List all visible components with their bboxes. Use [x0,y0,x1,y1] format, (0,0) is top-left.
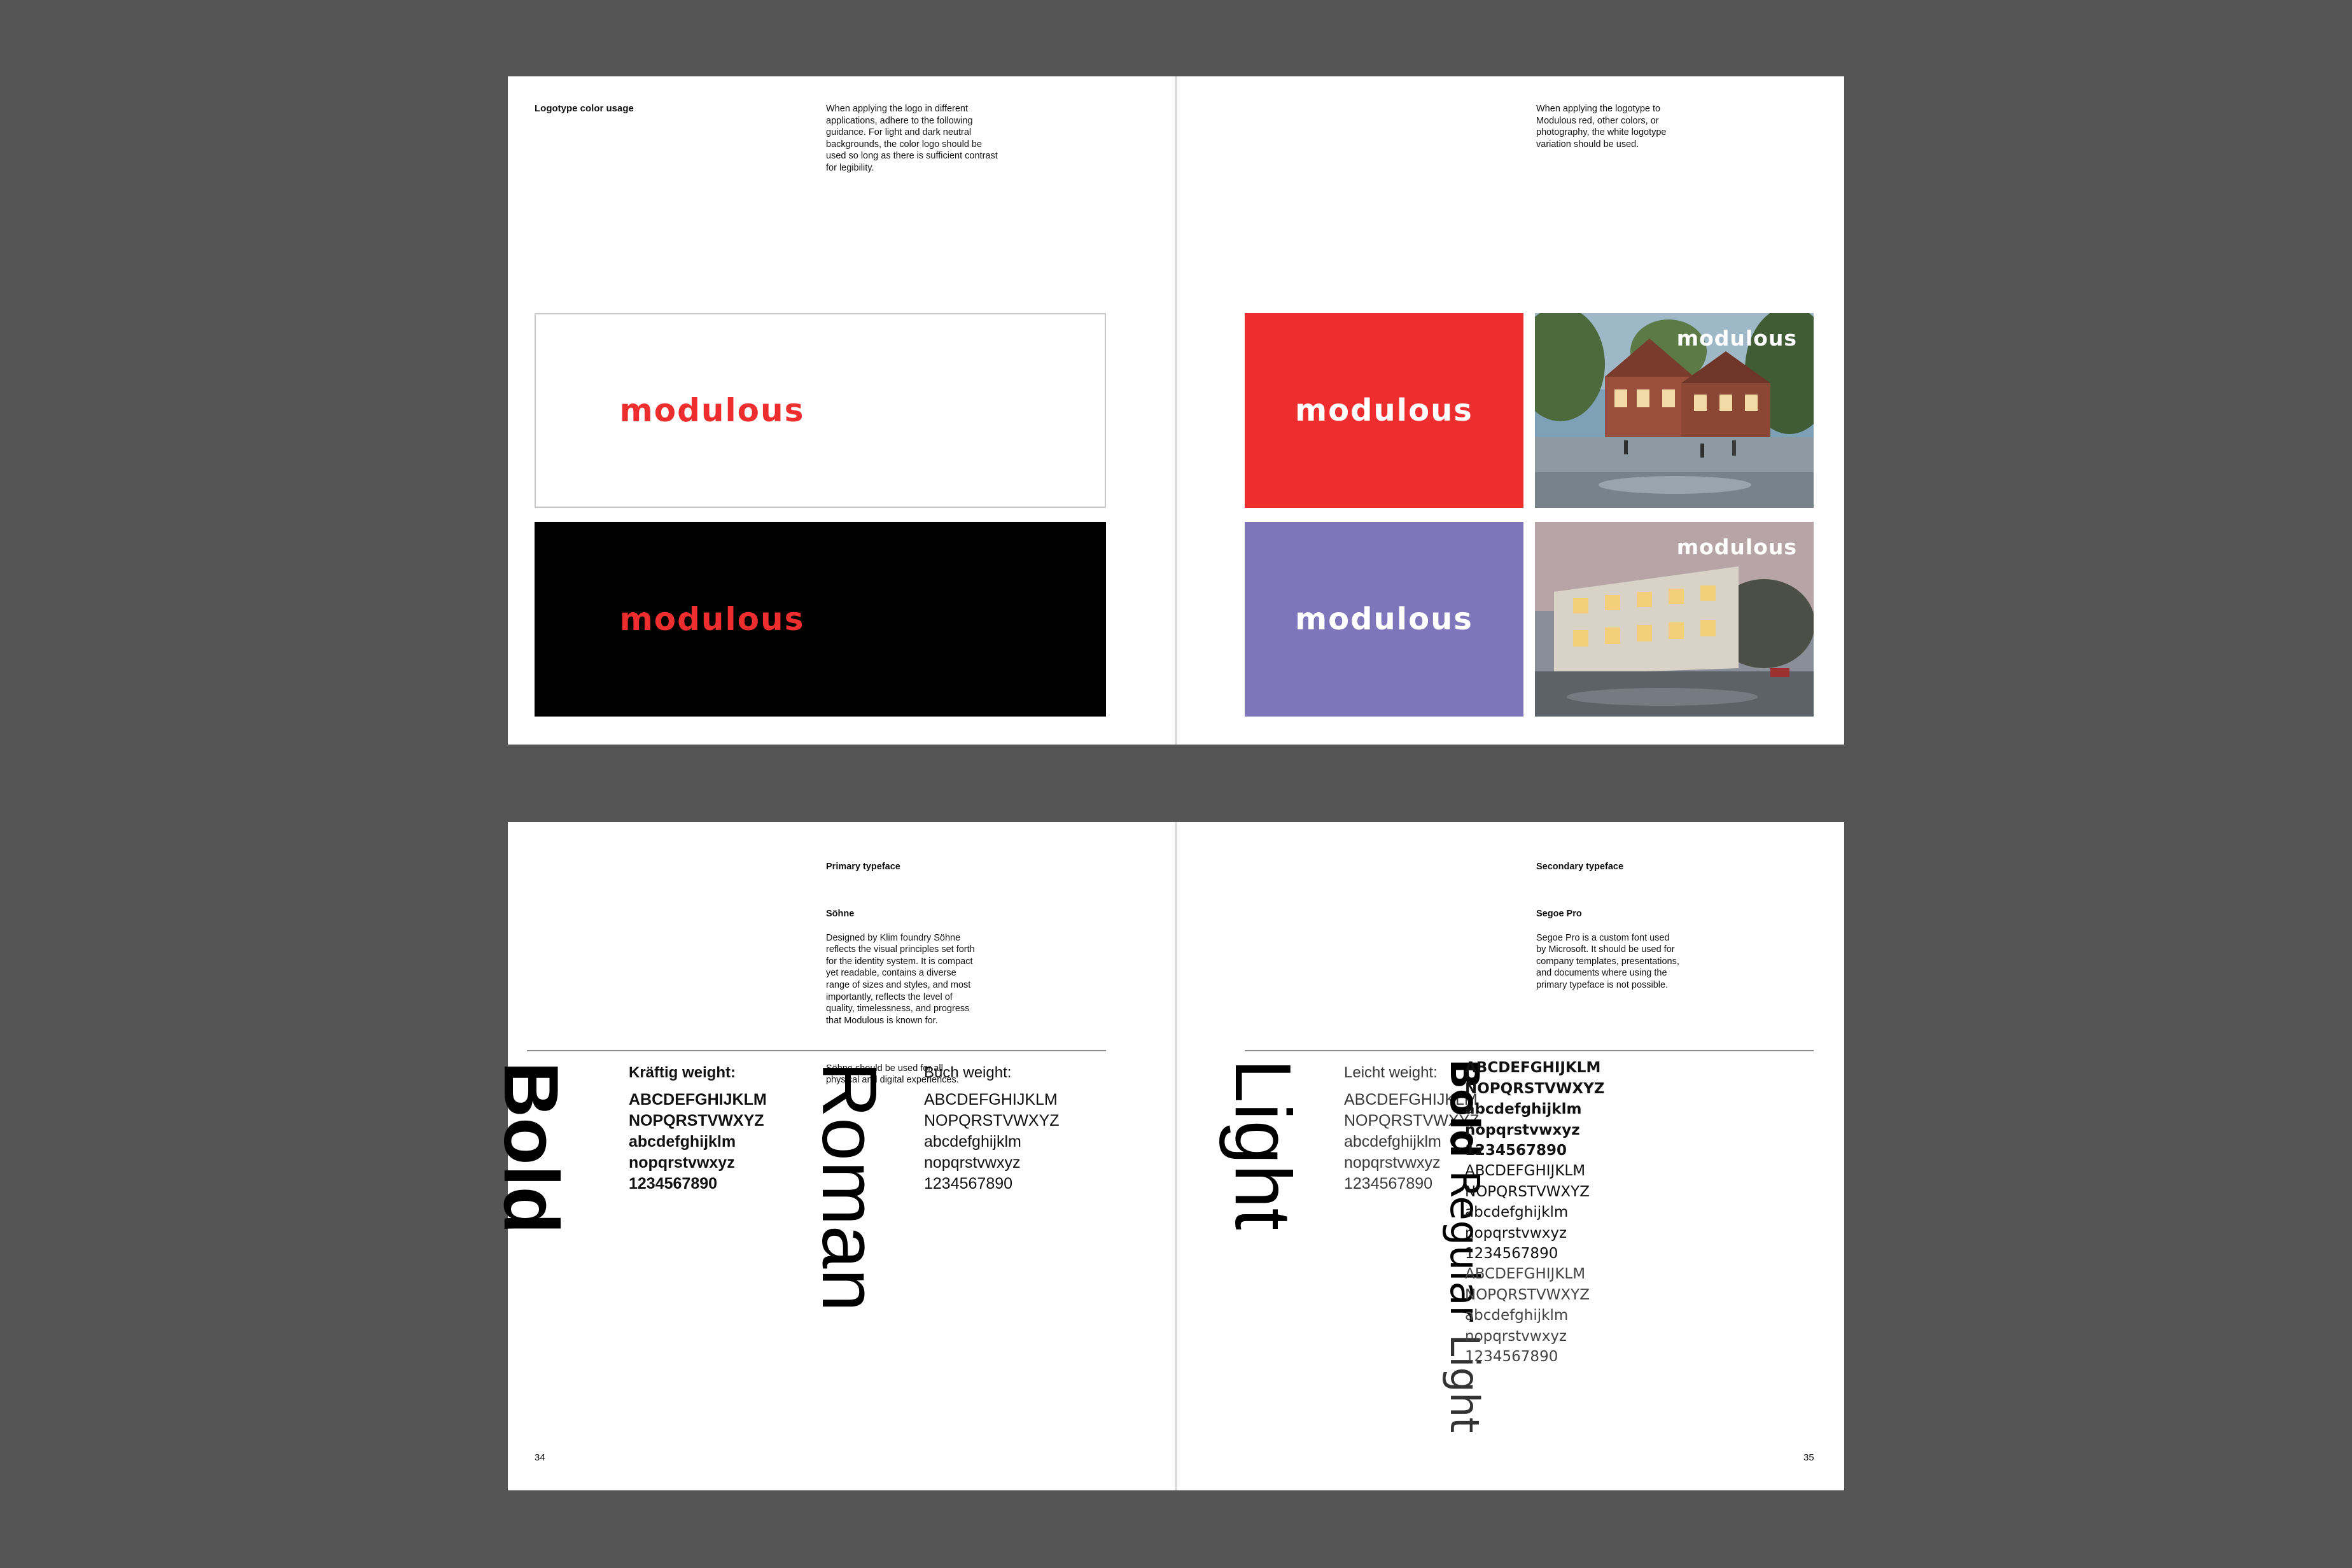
body-text: Segoe Pro is a custom font used by Micro… [1536,932,1679,990]
page-primary-typeface: Primary typeface Söhne Designed by Klim … [488,822,1175,1490]
modulous-wordmark-red: modulous [619,392,805,429]
specimen-title: Kräftig weight: [629,1064,736,1081]
logo-on-purple: modulous [1245,522,1523,717]
big-word-light: Light [1219,1059,1306,1230]
body-text: Designed by Klim foundry Söhne reflects … [826,932,975,1026]
modulous-wordmark-red: modulous [619,601,805,638]
specimen-title: Buch weight: [924,1064,1012,1081]
page-left-logotype: Logotype color usage When applying the l… [508,76,1175,745]
section-label: Secondary typeface [1536,861,1624,872]
spread-typefaces: Primary typeface Söhne Designed by Klim … [488,822,1844,1490]
primary-typeface-text: Primary typeface Söhne Designed by Klim … [826,849,1036,1098]
segoe-bold-glyphs: ABCDEFGHIJKLM NOPQRSTVWXYZ abcdefghijklm… [1465,1060,1605,1159]
page-secondary-typeface: Secondary typeface Segoe Pro Segoe Pro i… [1177,822,1844,1490]
logo-on-photo-housing: modulous [1535,313,1814,508]
modulous-wordmark-white: modulous [1295,601,1473,637]
divider-rule [1245,1050,1814,1051]
page-number: 34 [535,1452,545,1463]
font-name: Segoe Pro [1536,909,1582,920]
font-name: Söhne [826,909,855,920]
section-label: Primary typeface [826,861,900,872]
modulous-wordmark-white: modulous [1295,393,1473,428]
segoe-regular-glyphs: ABCDEFGHIJKLM NOPQRSTVWXYZ abcdefghijklm… [1465,1163,1590,1262]
body-text: When applying the logotype to Modulous r… [1536,104,1667,150]
body-text: When applying the logo in different appl… [826,104,998,173]
divider-rule [527,1050,1106,1051]
page-number: 35 [1803,1452,1814,1463]
specimen-title: Leicht weight: [1344,1064,1438,1081]
logo-on-red: modulous [1245,313,1523,508]
specimen-glyphs: ABCDEFGHIJKLM NOPQRSTVWXYZ abcdefghijklm… [924,1091,1060,1193]
segoe-light-glyphs: ABCDEFGHIJKLM NOPQRSTVWXYZ abcdefghijklm… [1465,1266,1590,1365]
specimen-glyphs: ABCDEFGHIJKLM NOPQRSTVWXYZ abcdefghijklm… [629,1091,767,1193]
secondary-typeface-text: Secondary typeface Segoe Pro Segoe Pro i… [1536,849,1740,1003]
logo-on-white: modulous [535,313,1106,508]
section-label: Logotype color usage [535,103,634,114]
modulous-wordmark-white: modulous [1676,326,1797,351]
spread-logotype-color-usage: Logotype color usage When applying the l… [508,76,1844,745]
logo-on-photo-apartments: modulous [1535,522,1814,717]
modulous-wordmark-white: modulous [1676,535,1797,559]
big-word-roman: Roman [806,1061,893,1312]
logo-on-black: modulous [535,522,1106,717]
page-right-logotype: When applying the logotype to Modulous r… [1177,76,1844,745]
big-word-bold: Bold [488,1061,575,1235]
